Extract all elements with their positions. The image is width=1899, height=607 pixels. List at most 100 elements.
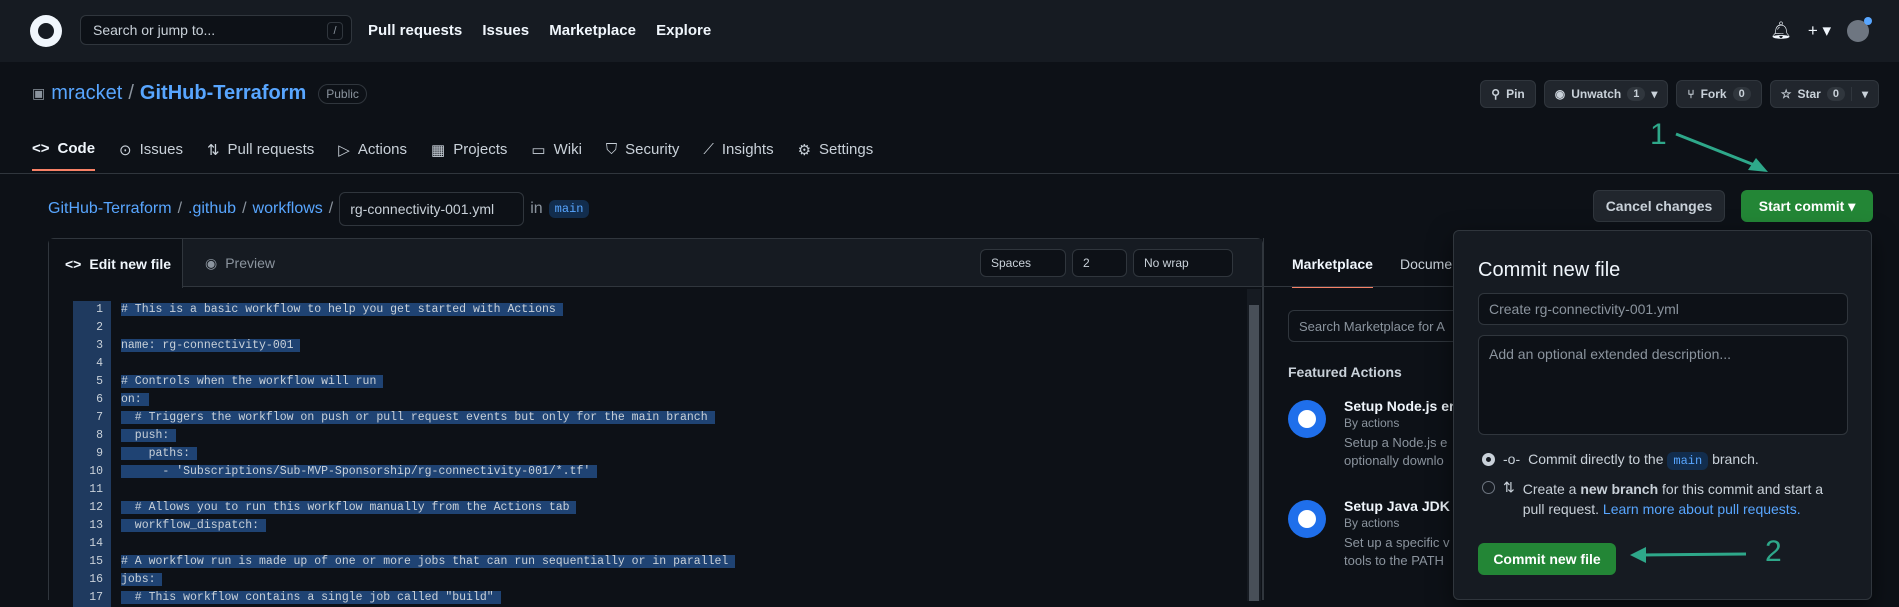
- pull-request-icon: ⇅: [206, 141, 220, 159]
- wrap-mode-select[interactable]: No wrap: [1133, 249, 1233, 277]
- scrollbar-thumb[interactable]: [1249, 305, 1259, 601]
- play-icon: [1288, 500, 1326, 538]
- line-text: # Triggers the workflow on push or pull …: [121, 411, 715, 424]
- code-line[interactable]: 16 jobs:: [49, 571, 1244, 589]
- bell-icon[interactable]: 🔔︎: [1770, 21, 1792, 41]
- gear-icon: ⚙: [797, 141, 812, 159]
- tab-preview[interactable]: ◉ Preview: [205, 239, 275, 287]
- pin-button[interactable]: ⚲ Pin: [1480, 80, 1536, 108]
- tab-pull-requests[interactable]: ⇅ Pull requests: [207, 140, 314, 171]
- line-number: 9: [73, 445, 111, 463]
- tab-edit-label: Edit new file: [89, 255, 172, 272]
- repo-tabs: <> Code ⊙ Issues ⇅ Pull requests ▷ Actions ▦…: [32, 140, 873, 171]
- tab-marketplace[interactable]: Marketplace: [1292, 256, 1373, 288]
- radio-unselected[interactable]: [1482, 481, 1495, 494]
- filename-input[interactable]: rg-connectivity-001.yml: [339, 192, 525, 226]
- line-text: # A workflow run is made up of one or mo…: [121, 555, 736, 568]
- star-icon: ☆: [1780, 87, 1792, 101]
- code-line[interactable]: 12 # Allows you to run this workflow man…: [49, 499, 1244, 517]
- radio-selected[interactable]: [1482, 453, 1495, 466]
- code-line[interactable]: 3 name: rg-connectivity-001: [49, 337, 1244, 355]
- chevron-down-icon[interactable]: ▾: [1850, 87, 1868, 101]
- tab-insights[interactable]: ⟋ Insights: [703, 140, 773, 171]
- commit-description-textarea[interactable]: Add an optional extended description...: [1478, 335, 1848, 435]
- breadcrumb-dir-workflows[interactable]: workflows: [253, 200, 323, 218]
- code-lines[interactable]: 1 # This is a basic workflow to help you …: [49, 301, 1244, 607]
- code-line[interactable]: 9 paths:: [49, 445, 1244, 463]
- nav-marketplace[interactable]: Marketplace: [549, 22, 636, 39]
- star-button[interactable]: ☆ Star 0 ▾: [1769, 80, 1879, 108]
- action-title[interactable]: Setup Java JDK: [1344, 498, 1450, 514]
- code-line[interactable]: 11: [49, 481, 1244, 499]
- code-line[interactable]: 14: [49, 535, 1244, 553]
- nav-pull-requests[interactable]: Pull requests: [368, 22, 462, 39]
- action-author: By actions: [1344, 416, 1400, 430]
- code-line[interactable]: 10 - 'Subscriptions/Sub-MVP-Sponsorship/…: [49, 463, 1244, 481]
- tab-code[interactable]: <> Code: [32, 140, 96, 171]
- option2-bold: new branch: [1580, 481, 1659, 497]
- tab-projects[interactable]: ▦ Projects: [431, 140, 507, 171]
- repo-owner-link[interactable]: mracket: [51, 82, 122, 105]
- tab-pull-requests-label: Pull requests: [227, 141, 315, 158]
- indent-mode-select[interactable]: Spaces: [980, 249, 1066, 277]
- line-content: [111, 319, 121, 337]
- line-number: 2: [73, 319, 111, 337]
- code-line[interactable]: 2: [49, 319, 1244, 337]
- code-line[interactable]: 15 # A workflow run is made up of one or …: [49, 553, 1244, 571]
- code-line[interactable]: 1 # This is a basic workflow to help you …: [49, 301, 1244, 319]
- nav-issues[interactable]: Issues: [482, 22, 529, 39]
- commit-directly-option[interactable]: -o- Commit directly to the main branch.: [1482, 451, 1759, 470]
- cancel-changes-button[interactable]: Cancel changes: [1593, 190, 1725, 222]
- annotation-arrow-1: [1675, 132, 1768, 172]
- commit-new-file-button[interactable]: Commit new file: [1478, 543, 1616, 575]
- book-icon: ▭: [531, 141, 546, 159]
- start-commit-button[interactable]: Start commit ▾: [1741, 190, 1873, 222]
- tab-settings[interactable]: ⚙ Settings: [798, 140, 874, 171]
- commit-summary-input[interactable]: Create rg-connectivity-001.yml: [1478, 293, 1848, 325]
- plus-icon[interactable]: + ▾: [1808, 21, 1831, 41]
- tab-issues[interactable]: ⊙ Issues: [119, 140, 183, 171]
- breadcrumb-repo[interactable]: GitHub-Terraform: [48, 200, 172, 218]
- editor-scrollbar[interactable]: [1247, 289, 1261, 601]
- search-input[interactable]: Search or jump to... /: [80, 15, 352, 45]
- action-title[interactable]: Setup Node.js en: [1344, 398, 1458, 414]
- code-line[interactable]: 6 on:: [49, 391, 1244, 409]
- unwatch-button[interactable]: ◉ Unwatch 1 ▾: [1543, 80, 1669, 108]
- code-line[interactable]: 8 push:: [49, 427, 1244, 445]
- line-text: workflow_dispatch:: [121, 519, 266, 532]
- star-label: Star: [1797, 87, 1821, 101]
- annotation-number-1: 1: [1650, 118, 1667, 151]
- line-content: on:: [111, 391, 149, 409]
- code-line[interactable]: 13 workflow_dispatch:: [49, 517, 1244, 535]
- line-text: # Controls when the workflow will run: [121, 375, 384, 388]
- line-content: jobs:: [111, 571, 163, 589]
- line-number: 17: [73, 589, 111, 607]
- line-content: name: rg-connectivity-001: [111, 337, 301, 355]
- github-logo-icon[interactable]: [30, 15, 62, 47]
- marketplace-search-input[interactable]: Search Marketplace for A: [1288, 310, 1478, 342]
- learn-more-link[interactable]: Learn more about pull requests.: [1603, 501, 1801, 517]
- annotation-number-2: 2: [1765, 535, 1782, 568]
- tab-edit-new-file[interactable]: <> Edit new file: [49, 239, 183, 288]
- action-desc-line1: Setup a Node.js e: [1344, 435, 1448, 450]
- code-line[interactable]: 4: [49, 355, 1244, 373]
- new-branch-option[interactable]: ⇅ Create a new branch for this commit an…: [1482, 479, 1823, 519]
- code-line[interactable]: 5 # Controls when the workflow will run: [49, 373, 1244, 391]
- breadcrumb-dir-github[interactable]: .github: [188, 200, 236, 218]
- tab-wiki[interactable]: ▭ Wiki: [531, 140, 582, 171]
- option1-post: branch.: [1712, 451, 1759, 467]
- avatar[interactable]: [1847, 17, 1872, 42]
- tab-documentation[interactable]: Documen: [1400, 256, 1460, 272]
- nav-explore[interactable]: Explore: [656, 22, 711, 39]
- fork-button[interactable]: ⑂ Fork 0: [1676, 80, 1762, 108]
- action-desc: Setup a Node.js e optionally downlo: [1344, 434, 1447, 470]
- repo-name-link[interactable]: GitHub-Terraform: [140, 82, 306, 105]
- tab-actions[interactable]: ▷ Actions: [338, 140, 407, 171]
- tab-settings-label: Settings: [819, 141, 874, 158]
- line-content: workflow_dispatch:: [111, 517, 266, 535]
- tab-security[interactable]: ⛉ Security: [606, 140, 679, 171]
- code-line[interactable]: 17 # This workflow contains a single job…: [49, 589, 1244, 607]
- code-line[interactable]: 7 # Triggers the workflow on push or pul…: [49, 409, 1244, 427]
- indent-size-select[interactable]: 2: [1072, 249, 1127, 277]
- star-count: 0: [1826, 87, 1845, 101]
